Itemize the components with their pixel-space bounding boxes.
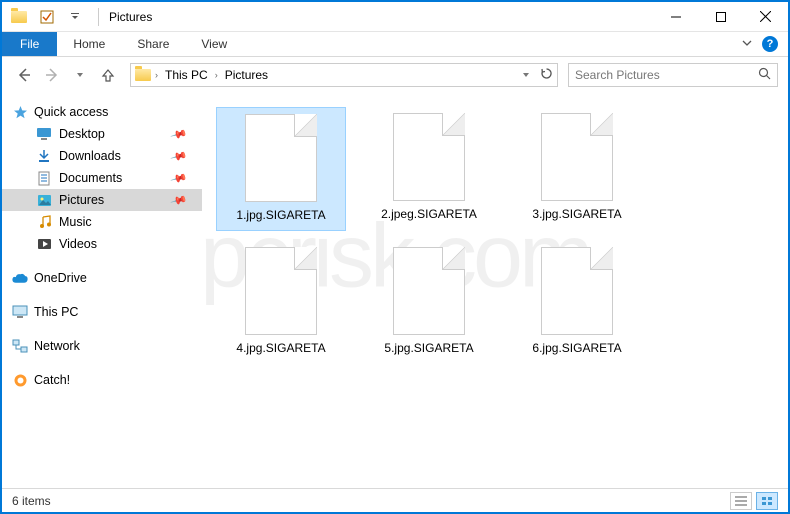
chevron-right-icon[interactable]: ›: [155, 70, 158, 80]
sidebar-item-label: Desktop: [59, 127, 105, 141]
sidebar-item-videos[interactable]: Videos: [2, 233, 202, 255]
sidebar-item-label: Network: [34, 339, 80, 353]
minimize-button[interactable]: [653, 3, 698, 31]
pin-icon: 📌: [170, 125, 188, 143]
window-title: Pictures: [109, 10, 152, 24]
network-icon: [12, 338, 28, 354]
sidebar-item-downloads[interactable]: Downloads 📌: [2, 145, 202, 167]
onedrive-icon: [12, 270, 28, 286]
ribbon-file-tab[interactable]: File: [2, 32, 57, 56]
search-placeholder: Search Pictures: [575, 68, 660, 82]
sidebar-item-label: This PC: [34, 305, 78, 319]
file-name-label: 3.jpg.SIGARETA: [532, 207, 621, 223]
star-icon: [12, 104, 28, 120]
file-item[interactable]: 3.jpg.SIGARETA: [512, 107, 642, 231]
pictures-icon: [36, 192, 52, 208]
pin-icon: 📌: [170, 169, 188, 187]
sidebar-item-documents[interactable]: Documents 📌: [2, 167, 202, 189]
body: pcrisk.com Quick access Desktop 📌 Down: [2, 93, 788, 488]
ribbon-tab-home[interactable]: Home: [57, 32, 121, 56]
file-icon: [541, 113, 613, 201]
sidebar-item-music[interactable]: Music: [2, 211, 202, 233]
file-item[interactable]: 6.jpg.SIGARETA: [512, 241, 642, 363]
help-icon[interactable]: ?: [762, 36, 778, 52]
explorer-window: Pictures File Home Share View ?: [0, 0, 790, 514]
thispc-icon: [12, 304, 28, 320]
ribbon-tab-share[interactable]: Share: [121, 32, 185, 56]
address-bar[interactable]: › This PC › Pictures: [130, 63, 558, 87]
desktop-icon: [36, 126, 52, 142]
refresh-icon[interactable]: [540, 67, 553, 83]
app-icon[interactable]: [8, 6, 30, 28]
music-icon: [36, 214, 52, 230]
videos-icon: [36, 236, 52, 252]
sidebar-item-label: Pictures: [59, 193, 104, 207]
sidebar-item-label: Music: [59, 215, 92, 229]
file-icon: [541, 247, 613, 335]
sidebar-item-pictures[interactable]: Pictures 📌: [2, 189, 202, 211]
pin-icon: 📌: [170, 147, 188, 165]
sidebar-item-network[interactable]: Network: [2, 335, 202, 357]
address-folder-icon: [135, 67, 151, 83]
navigation-pane: Quick access Desktop 📌 Downloads 📌 Docum…: [2, 93, 202, 488]
sidebar-item-label: OneDrive: [34, 271, 87, 285]
qat-dropdown-icon[interactable]: [64, 6, 86, 28]
status-bar: 6 items: [2, 488, 788, 512]
navigation-bar: › This PC › Pictures Search Pictures: [2, 57, 788, 93]
breadcrumb-seg-pictures[interactable]: Pictures: [222, 68, 271, 82]
view-large-icons-button[interactable]: [756, 492, 778, 510]
ribbon-expand-icon[interactable]: [742, 35, 752, 53]
downloads-icon: [36, 148, 52, 164]
nav-forward-button[interactable]: [40, 63, 64, 87]
file-item[interactable]: 2.jpeg.SIGARETA: [364, 107, 494, 231]
file-item[interactable]: 1.jpg.SIGARETA: [216, 107, 346, 231]
catch-icon: [12, 372, 28, 388]
sidebar-item-catch[interactable]: Catch!: [2, 369, 202, 391]
titlebar: Pictures: [2, 2, 788, 32]
search-input[interactable]: Search Pictures: [568, 63, 778, 87]
chevron-right-icon[interactable]: ›: [215, 70, 218, 80]
file-name-label: 1.jpg.SIGARETA: [236, 208, 325, 224]
nav-up-button[interactable]: [96, 63, 120, 87]
file-icon: [245, 114, 317, 202]
nav-recent-dropdown[interactable]: [68, 63, 92, 87]
address-dropdown-icon[interactable]: [522, 68, 530, 82]
search-icon: [758, 67, 771, 83]
quick-access-header[interactable]: Quick access: [2, 101, 202, 123]
maximize-button[interactable]: [698, 3, 743, 31]
breadcrumb-seg-thispc[interactable]: This PC: [162, 68, 211, 82]
ribbon: File Home Share View ?: [2, 32, 788, 57]
nav-back-button[interactable]: [12, 63, 36, 87]
file-item[interactable]: 4.jpg.SIGARETA: [216, 241, 346, 363]
status-item-count: 6 items: [12, 494, 51, 508]
file-name-label: 2.jpeg.SIGARETA: [381, 207, 477, 223]
documents-icon: [36, 170, 52, 186]
titlebar-separator: [98, 8, 99, 26]
sidebar-item-label: Documents: [59, 171, 122, 185]
sidebar-item-desktop[interactable]: Desktop 📌: [2, 123, 202, 145]
file-icon: [245, 247, 317, 335]
file-item[interactable]: 5.jpg.SIGARETA: [364, 241, 494, 363]
file-name-label: 4.jpg.SIGARETA: [236, 341, 325, 357]
close-button[interactable]: [743, 3, 788, 31]
view-details-button[interactable]: [730, 492, 752, 510]
sidebar-item-thispc[interactable]: This PC: [2, 301, 202, 323]
sidebar-item-label: Videos: [59, 237, 97, 251]
quick-access-label: Quick access: [34, 105, 108, 119]
file-icon: [393, 113, 465, 201]
file-list[interactable]: 1.jpg.SIGARETA 2.jpeg.SIGARETA 3.jpg.SIGAR…: [202, 93, 788, 488]
file-name-label: 5.jpg.SIGARETA: [384, 341, 473, 357]
sidebar-item-label: Catch!: [34, 373, 70, 387]
pin-icon: 📌: [170, 191, 188, 209]
file-icon: [393, 247, 465, 335]
qat-properties-icon[interactable]: [36, 6, 58, 28]
quick-access-toolbar: [2, 6, 92, 28]
file-name-label: 6.jpg.SIGARETA: [532, 341, 621, 357]
ribbon-tab-view[interactable]: View: [185, 32, 243, 56]
sidebar-item-label: Downloads: [59, 149, 121, 163]
sidebar-item-onedrive[interactable]: OneDrive: [2, 267, 202, 289]
